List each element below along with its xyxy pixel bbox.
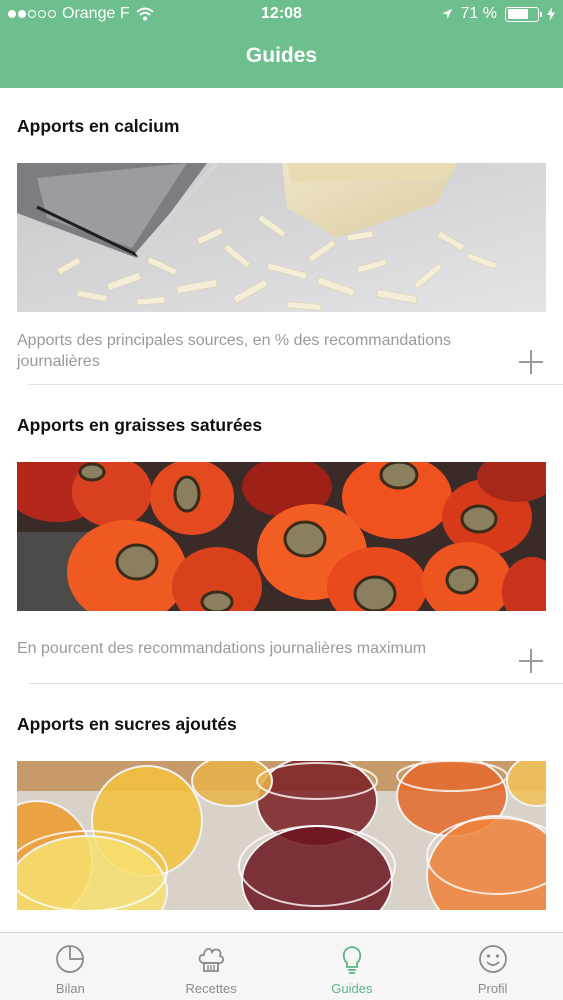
status-right-group: 71 % <box>441 5 555 23</box>
tab-bilan[interactable]: Bilan <box>0 933 141 1000</box>
guide-description: Apports des principales sources, en % de… <box>17 332 451 370</box>
palm-fruit-photo[interactable] <box>17 462 546 611</box>
guide-description: En pourcent des recommandations journali… <box>17 640 427 657</box>
tab-guides[interactable]: Guides <box>282 933 423 1000</box>
tab-label: Bilan <box>55 981 85 996</box>
expand-plus-icon[interactable] <box>519 350 543 374</box>
smiley-icon <box>478 945 507 973</box>
lightbulb-icon <box>342 946 362 974</box>
divider <box>28 384 563 385</box>
juice-glasses-photo[interactable] <box>17 761 546 910</box>
expand-plus-icon[interactable] <box>519 649 543 673</box>
chef-hat-icon <box>198 948 225 972</box>
tab-label: Profil <box>477 981 508 996</box>
page-title: Guides <box>245 44 318 67</box>
guide-title: Apports en graisses saturées <box>17 415 263 435</box>
tab-label: Guides <box>331 981 373 996</box>
battery-icon <box>505 6 542 22</box>
tab-label: Recettes <box>185 981 237 996</box>
divider <box>28 683 563 684</box>
pie-chart-icon <box>56 945 85 973</box>
guides-list[interactable]: Apports en calcium Apports des principal… <box>0 88 563 932</box>
top-bar: Orange F 12:08 71 % Guides <box>0 0 563 88</box>
tab-profil[interactable]: Profil <box>422 933 563 1000</box>
guide-title: Apports en calcium <box>17 116 180 136</box>
grated-cheese-photo[interactable] <box>17 163 546 312</box>
battery-percent: 71 % <box>460 5 497 22</box>
tab-bar: Bilan Recettes Guides Profil <box>0 932 563 1000</box>
tab-recettes[interactable]: Recettes <box>141 933 282 1000</box>
location-arrow-icon <box>441 9 452 19</box>
status-bar: Orange F 12:08 71 % <box>0 0 563 30</box>
guide-title: Apports en sucres ajoutés <box>17 714 237 734</box>
battery-fill <box>507 9 529 19</box>
charging-bolt-icon <box>547 7 555 21</box>
